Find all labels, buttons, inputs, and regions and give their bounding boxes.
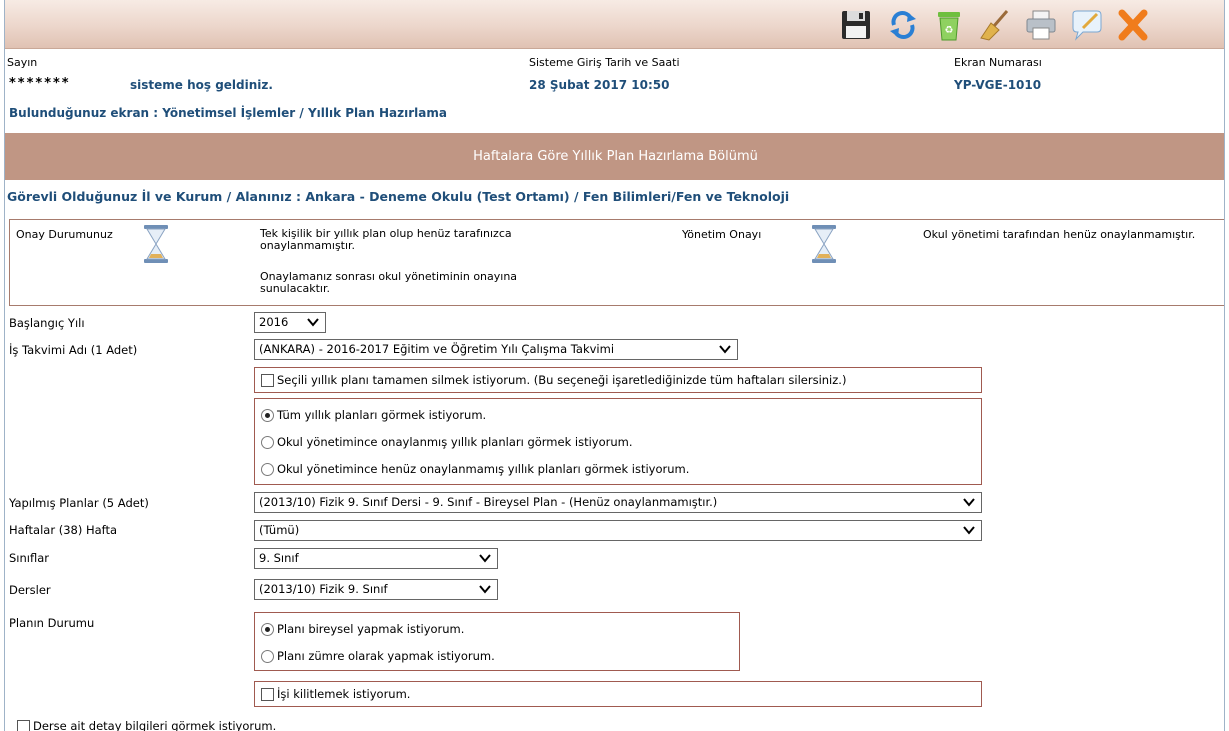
- start-year-value: 2016: [259, 315, 289, 329]
- plan-status-radio-group[interactable]: [261, 649, 274, 663]
- weeks-select[interactable]: (Tümü): [254, 520, 982, 541]
- view-filter-box: Tüm yıllık planları görmek istiyorum. Ok…: [254, 398, 982, 485]
- welcome-text: sisteme hoş geldiniz.: [130, 78, 273, 92]
- lock-text: İşi kilitlemek istiyorum.: [277, 687, 411, 701]
- delete-plan-box: Seçili yıllık planı tamamen silmek istiy…: [254, 367, 982, 393]
- delete-plan-option[interactable]: Seçili yıllık planı tamamen silmek istiy…: [261, 373, 846, 387]
- calendar-select[interactable]: (ANKARA) - 2016-2017 Eğitim ve Öğretim Y…: [254, 339, 738, 360]
- screen-number-label: Ekran Numarası: [954, 56, 1042, 69]
- plans-value: (2013/10) Fizik 9. Sınıf Dersi - 9. Sını…: [259, 495, 718, 509]
- user-name: *******: [9, 76, 71, 91]
- plan-status-radio-individual[interactable]: [261, 622, 274, 636]
- plans-select[interactable]: (2013/10) Fizik 9. Sınıf Dersi - 9. Sını…: [254, 492, 982, 513]
- lessons-value: (2013/10) Fizik 9. Sınıf: [259, 582, 388, 596]
- refresh-icon[interactable]: [885, 8, 921, 42]
- lessons-select[interactable]: (2013/10) Fizik 9. Sınıf: [254, 579, 498, 600]
- chevron-down-icon: [963, 498, 975, 507]
- detail-checkbox[interactable]: [17, 719, 30, 731]
- section-title: Haftalara Göre Yıllık Plan Hazırlama Böl…: [5, 133, 1224, 180]
- start-year-select[interactable]: 2016: [254, 312, 326, 333]
- own-status-text-2: onaylanmamıştır.: [260, 239, 356, 252]
- classes-select[interactable]: 9. Sınıf: [254, 548, 498, 569]
- plans-label: Yapılmış Planlar (5 Adet): [9, 496, 149, 510]
- view-radio-approved[interactable]: [261, 435, 274, 449]
- approval-status-box: Onay Durumunuz Tek kişilik bir yıllık pl…: [9, 219, 1224, 306]
- plan-status-group[interactable]: Planı zümre olarak yapmak istiyorum.: [261, 649, 495, 663]
- screen-number-value: YP-VGE-1010: [954, 78, 1042, 92]
- save-icon[interactable]: [838, 8, 874, 42]
- hourglass-icon: [809, 224, 839, 267]
- plan-status-box: Planı bireysel yapmak istiyorum. Planı z…: [254, 612, 740, 671]
- detail-option[interactable]: Derse ait detay bilgileri görmek istiyor…: [17, 719, 276, 731]
- lock-checkbox[interactable]: [261, 687, 274, 701]
- own-status-text-4: sunulacaktır.: [260, 282, 330, 295]
- admin-status-text: Okul yönetimi tarafından henüz onaylanma…: [923, 228, 1196, 241]
- comment-icon[interactable]: [1069, 8, 1105, 42]
- lock-box: İşi kilitlemek istiyorum.: [254, 681, 982, 707]
- chevron-down-icon: [479, 585, 491, 594]
- printer-icon[interactable]: [1023, 8, 1059, 42]
- admin-approval-label: Yönetim Onayı: [682, 228, 762, 241]
- delete-plan-checkbox[interactable]: [261, 373, 274, 387]
- greeting-label: Sayın: [7, 56, 38, 69]
- lessons-label: Dersler: [9, 583, 51, 597]
- view-option-text: Okul yönetimince onaylanmış yıllık planl…: [277, 435, 633, 449]
- plan-status-label: Planın Durumu: [9, 616, 95, 630]
- lock-option[interactable]: İşi kilitlemek istiyorum.: [261, 687, 410, 701]
- chevron-down-icon: [719, 345, 731, 354]
- view-option-approved[interactable]: Okul yönetimince onaylanmış yıllık planl…: [261, 435, 633, 449]
- start-year-label: Başlangıç Yılı: [9, 316, 85, 330]
- own-approval-label: Onay Durumunuz: [16, 228, 113, 241]
- view-option-text: Okul yönetimince henüz onaylanmamış yıll…: [277, 462, 690, 476]
- delete-plan-text: Seçili yıllık planı tamamen silmek istiy…: [277, 373, 847, 387]
- plan-status-individual[interactable]: Planı bireysel yapmak istiyorum.: [261, 622, 464, 636]
- recycle-bin-icon[interactable]: ♻: [931, 8, 967, 42]
- chevron-down-icon: [963, 526, 975, 535]
- svg-text:♻: ♻: [945, 25, 954, 36]
- plan-status-text: Planı bireysel yapmak istiyorum.: [277, 622, 465, 636]
- calendar-value: (ANKARA) - 2016-2017 Eğitim ve Öğretim Y…: [259, 342, 615, 356]
- weeks-label: Haftalar (38) Hafta: [9, 523, 118, 537]
- login-time-value: 28 Şubat 2017 10:50: [529, 78, 670, 92]
- classes-label: Sınıflar: [9, 551, 49, 565]
- detail-text: Derse ait detay bilgileri görmek istiyor…: [33, 719, 277, 731]
- plan-status-text: Planı zümre olarak yapmak istiyorum.: [277, 649, 495, 663]
- broom-icon[interactable]: [977, 8, 1013, 42]
- duty-info: Görevli Olduğunuz İl ve Kurum / Alanınız…: [7, 189, 790, 204]
- login-time-label: Sisteme Giriş Tarih ve Saati: [529, 56, 680, 69]
- chevron-down-icon: [307, 318, 319, 327]
- calendar-label: İş Takvimi Adı (1 Adet): [9, 343, 138, 357]
- breadcrumb: Bulunduğunuz ekran : Yönetimsel İşlemler…: [9, 106, 447, 120]
- view-radio-all[interactable]: [261, 408, 274, 422]
- close-icon[interactable]: [1115, 8, 1151, 42]
- view-option-all[interactable]: Tüm yıllık planları görmek istiyorum.: [261, 408, 486, 422]
- app-window: ♻ Sayın ******* sisteme hoş geldiniz. Si…: [4, 0, 1225, 731]
- toolbar: ♻: [5, 0, 1224, 49]
- chevron-down-icon: [479, 554, 491, 563]
- view-option-text: Tüm yıllık planları görmek istiyorum.: [277, 408, 487, 422]
- view-option-unapproved[interactable]: Okul yönetimince henüz onaylanmamış yıll…: [261, 462, 689, 476]
- view-radio-unapproved[interactable]: [261, 462, 274, 476]
- hourglass-icon: [141, 224, 171, 267]
- weeks-value: (Tümü): [259, 523, 300, 537]
- classes-value: 9. Sınıf: [259, 551, 299, 565]
